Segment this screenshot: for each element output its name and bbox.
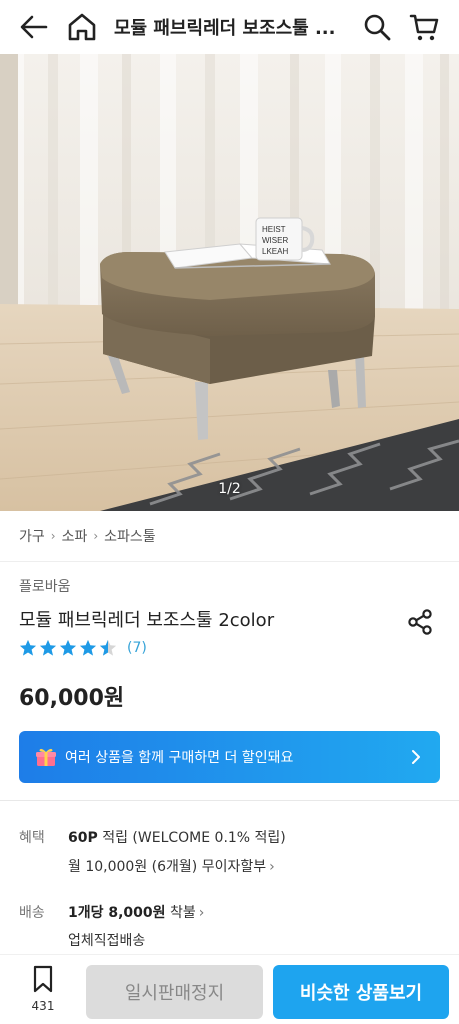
back-arrow-icon[interactable] [18, 12, 50, 42]
benefit-points: 60P 적립 (WELCOME 0.1% 적립) [68, 827, 286, 847]
svg-text:HEIST: HEIST [262, 225, 286, 234]
brand-name[interactable]: 플로바움 [19, 576, 71, 596]
shipping-method: 업체직접배송 [68, 933, 146, 949]
installment-text: 월 10,000원 (6개월) 무이자할부 [68, 859, 267, 875]
chevron-right-icon: › [50, 529, 56, 543]
star-icon [19, 639, 37, 656]
points-description: 적립 (WELCOME 0.1% 적립) [102, 830, 286, 846]
similar-products-button[interactable]: 비슷한 상품보기 [273, 965, 449, 1019]
chevron-right-icon: › [269, 859, 275, 875]
shipping-fee-type: 착불 [170, 905, 196, 921]
bookmark-button[interactable]: 431 [22, 965, 64, 1013]
breadcrumb-item-furniture[interactable]: 가구 [19, 526, 45, 546]
breadcrumb: 가구 › 소파 › 소파스툴 [19, 526, 156, 546]
top-app-bar: 모듈 패브릭레더 보조스툴 ... [0, 0, 459, 54]
bookmark-icon [33, 965, 53, 993]
product-image-carousel[interactable]: HEIST WISER LKEAH 1/2 [0, 54, 459, 511]
star-icon [79, 639, 97, 656]
points-amount: 60P [68, 830, 98, 846]
image-pager: 1/2 [218, 481, 241, 497]
bottom-action-bar: 431 일시판매정지 비슷한 상품보기 [0, 954, 459, 1024]
breadcrumb-item-sofa-stool[interactable]: 소파스툴 [104, 526, 156, 546]
star-half-icon [99, 639, 117, 656]
star-icon [39, 639, 57, 656]
product-name: 모듈 패브릭레더 보조스툴 2color [19, 610, 275, 631]
review-count[interactable]: (7) [127, 640, 147, 656]
bundle-discount-banner[interactable]: 여러 상품을 함께 구매하면 더 할인돼요 [19, 731, 440, 783]
installment-link[interactable]: 월 10,000원 (6개월) 무이자할부 › [68, 856, 275, 876]
chevron-right-icon: › [93, 529, 99, 543]
chevron-right-icon: › [198, 905, 205, 921]
section-divider [0, 800, 459, 801]
shipping-fee: 1개당 8,000원 [68, 905, 166, 921]
benefit-label: 혜택 [19, 830, 45, 846]
share-icon[interactable] [406, 608, 434, 636]
search-icon[interactable] [362, 12, 392, 42]
bookmark-count: 431 [31, 999, 55, 1013]
svg-text:LKEAH: LKEAH [262, 247, 288, 256]
divider [0, 561, 459, 562]
svg-text:WISER: WISER [262, 236, 288, 245]
promo-text: 여러 상품을 함께 구매하면 더 할인돼요 [65, 750, 294, 766]
sale-suspended-button[interactable]: 일시판매정지 [86, 965, 263, 1019]
cart-icon[interactable] [408, 11, 440, 43]
rating-stars[interactable]: (7) [19, 639, 147, 657]
breadcrumb-item-sofa[interactable]: 소파 [62, 526, 88, 546]
home-icon[interactable] [66, 11, 98, 43]
star-icon [59, 639, 77, 656]
gift-box-icon [36, 748, 56, 766]
page-title: 모듈 패브릭레더 보조스툴 ... [114, 18, 336, 39]
chevron-right-icon [412, 750, 420, 764]
shipping-label: 배송 [19, 905, 45, 921]
product-photo: HEIST WISER LKEAH [0, 54, 459, 511]
shipping-fee-link[interactable]: 1개당 8,000원 착불 › [68, 902, 204, 922]
product-price: 60,000원 [19, 686, 125, 711]
